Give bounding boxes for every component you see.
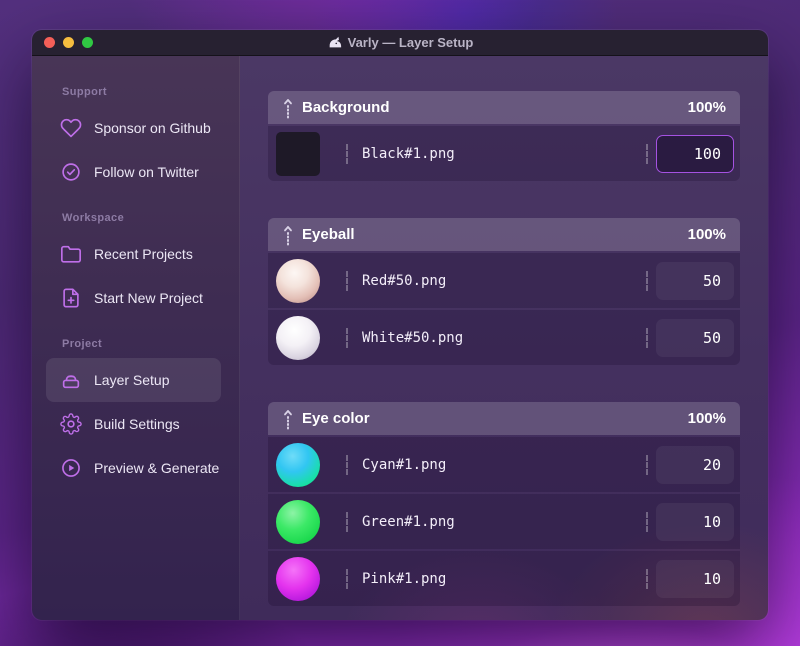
divider	[646, 270, 648, 291]
group-header[interactable]: Background 100%	[268, 91, 740, 124]
titlebar[interactable]: Varly — Layer Setup	[32, 30, 768, 56]
group-header[interactable]: Eye color 100%	[268, 402, 740, 435]
layer-row: Green#1.png	[268, 494, 740, 549]
sidebar-section-project: Project Layer Setup Build Settings Previ…	[32, 338, 239, 490]
badge-check-icon	[60, 161, 82, 183]
group-title: Eye color	[302, 410, 370, 427]
layer-thumbnail	[276, 258, 320, 303]
sidebar-item-label: Follow on Twitter	[94, 164, 199, 180]
group-title: Eyeball	[302, 226, 355, 243]
sidebar-item-label: Preview & Generate	[94, 460, 220, 476]
group-header[interactable]: Eyeball 100%	[268, 218, 740, 251]
divider	[346, 454, 348, 475]
divider	[346, 143, 348, 164]
zoom-button[interactable]	[82, 37, 93, 48]
layer-row: Pink#1.png	[268, 551, 740, 606]
layer-filename: Black#1.png	[362, 145, 455, 162]
sidebar-item-follow-on-twitter[interactable]: Follow on Twitter	[46, 150, 221, 194]
layer-thumbnail	[276, 556, 320, 601]
divider	[646, 327, 648, 348]
folder-icon	[60, 243, 82, 265]
window-controls	[44, 30, 93, 55]
drag-handle-icon[interactable]	[282, 225, 294, 245]
layer-filename: Green#1.png	[362, 513, 455, 530]
layers-icon	[60, 369, 82, 391]
play-circle-icon	[60, 457, 82, 479]
layer-weight-input[interactable]	[656, 445, 734, 484]
divider	[346, 568, 348, 589]
layer-weight-input[interactable]	[656, 261, 734, 300]
drag-handle-icon[interactable]	[282, 98, 294, 118]
layer-setup-panel: Background 100% Black#1.png Eyeball	[240, 56, 768, 620]
sidebar-item-label: Recent Projects	[94, 246, 193, 262]
layer-filename: Pink#1.png	[362, 570, 447, 587]
layer-weight-input[interactable]	[656, 502, 734, 541]
section-label: Project	[62, 338, 103, 350]
divider	[646, 454, 648, 475]
layer-row: Black#1.png	[268, 126, 740, 181]
sidebar-item-sponsor-on-github[interactable]: Sponsor on Github	[46, 106, 221, 150]
divider	[646, 568, 648, 589]
group-title: Background	[302, 99, 390, 116]
section-label: Support	[62, 86, 107, 98]
sidebar-item-preview-generate[interactable]: Preview & Generate	[46, 446, 221, 490]
layer-weight-input[interactable]	[656, 318, 734, 357]
layer-row: White#50.png	[268, 310, 740, 365]
section-label: Workspace	[62, 212, 125, 224]
sidebar-item-label: Sponsor on Github	[94, 120, 211, 136]
layer-filename: White#50.png	[362, 329, 464, 346]
sidebar-item-start-new-project[interactable]: Start New Project	[46, 276, 221, 320]
layer-row: Red#50.png	[268, 253, 740, 308]
layer-row: Cyan#1.png	[268, 437, 740, 492]
layer-group-background: Background 100% Black#1.png	[268, 91, 740, 181]
layer-thumbnail	[276, 315, 320, 360]
layer-thumbnail	[276, 499, 320, 544]
sidebar-section-workspace: Workspace Recent Projects Start New Proj…	[32, 212, 239, 320]
layer-filename: Red#50.png	[362, 272, 447, 289]
group-weight: 100%	[687, 99, 726, 116]
close-button[interactable]	[44, 37, 55, 48]
file-plus-icon	[60, 287, 82, 309]
layer-thumbnail	[276, 131, 320, 176]
sidebar-item-label: Start New Project	[94, 290, 203, 306]
layer-thumbnail	[276, 442, 320, 487]
sidebar-section-support: Support Sponsor on Github Follow on Twit…	[32, 86, 239, 194]
layer-filename: Cyan#1.png	[362, 456, 447, 473]
app-window: Varly — Layer Setup Support Sponsor on G…	[32, 30, 768, 620]
divider	[646, 143, 648, 164]
sidebar-item-label: Build Settings	[94, 416, 180, 432]
layer-weight-input[interactable]	[656, 559, 734, 598]
layer-weight-input[interactable]	[656, 134, 734, 173]
window-title-text: Varly — Layer Setup	[347, 35, 474, 50]
minimize-button[interactable]	[63, 37, 74, 48]
group-weight: 100%	[687, 410, 726, 427]
divider	[346, 327, 348, 348]
layer-group-eyeball: Eyeball 100% Red#50.png White#50.png	[268, 218, 740, 365]
window-title: Varly — Layer Setup	[327, 35, 474, 50]
sidebar-item-build-settings[interactable]: Build Settings	[46, 402, 221, 446]
sidebar-item-recent-projects[interactable]: Recent Projects	[46, 232, 221, 276]
heart-icon	[60, 117, 82, 139]
gear-icon	[60, 413, 82, 435]
divider	[346, 511, 348, 532]
unicorn-icon	[327, 35, 342, 50]
divider	[646, 511, 648, 532]
layer-group-eye-color: Eye color 100% Cyan#1.png Green#1.png	[268, 402, 740, 606]
sidebar-item-layer-setup[interactable]: Layer Setup	[46, 358, 221, 402]
sidebar: Support Sponsor on Github Follow on Twit…	[32, 56, 240, 620]
group-weight: 100%	[687, 226, 726, 243]
sidebar-item-label: Layer Setup	[94, 372, 170, 388]
drag-handle-icon[interactable]	[282, 409, 294, 429]
divider	[346, 270, 348, 291]
